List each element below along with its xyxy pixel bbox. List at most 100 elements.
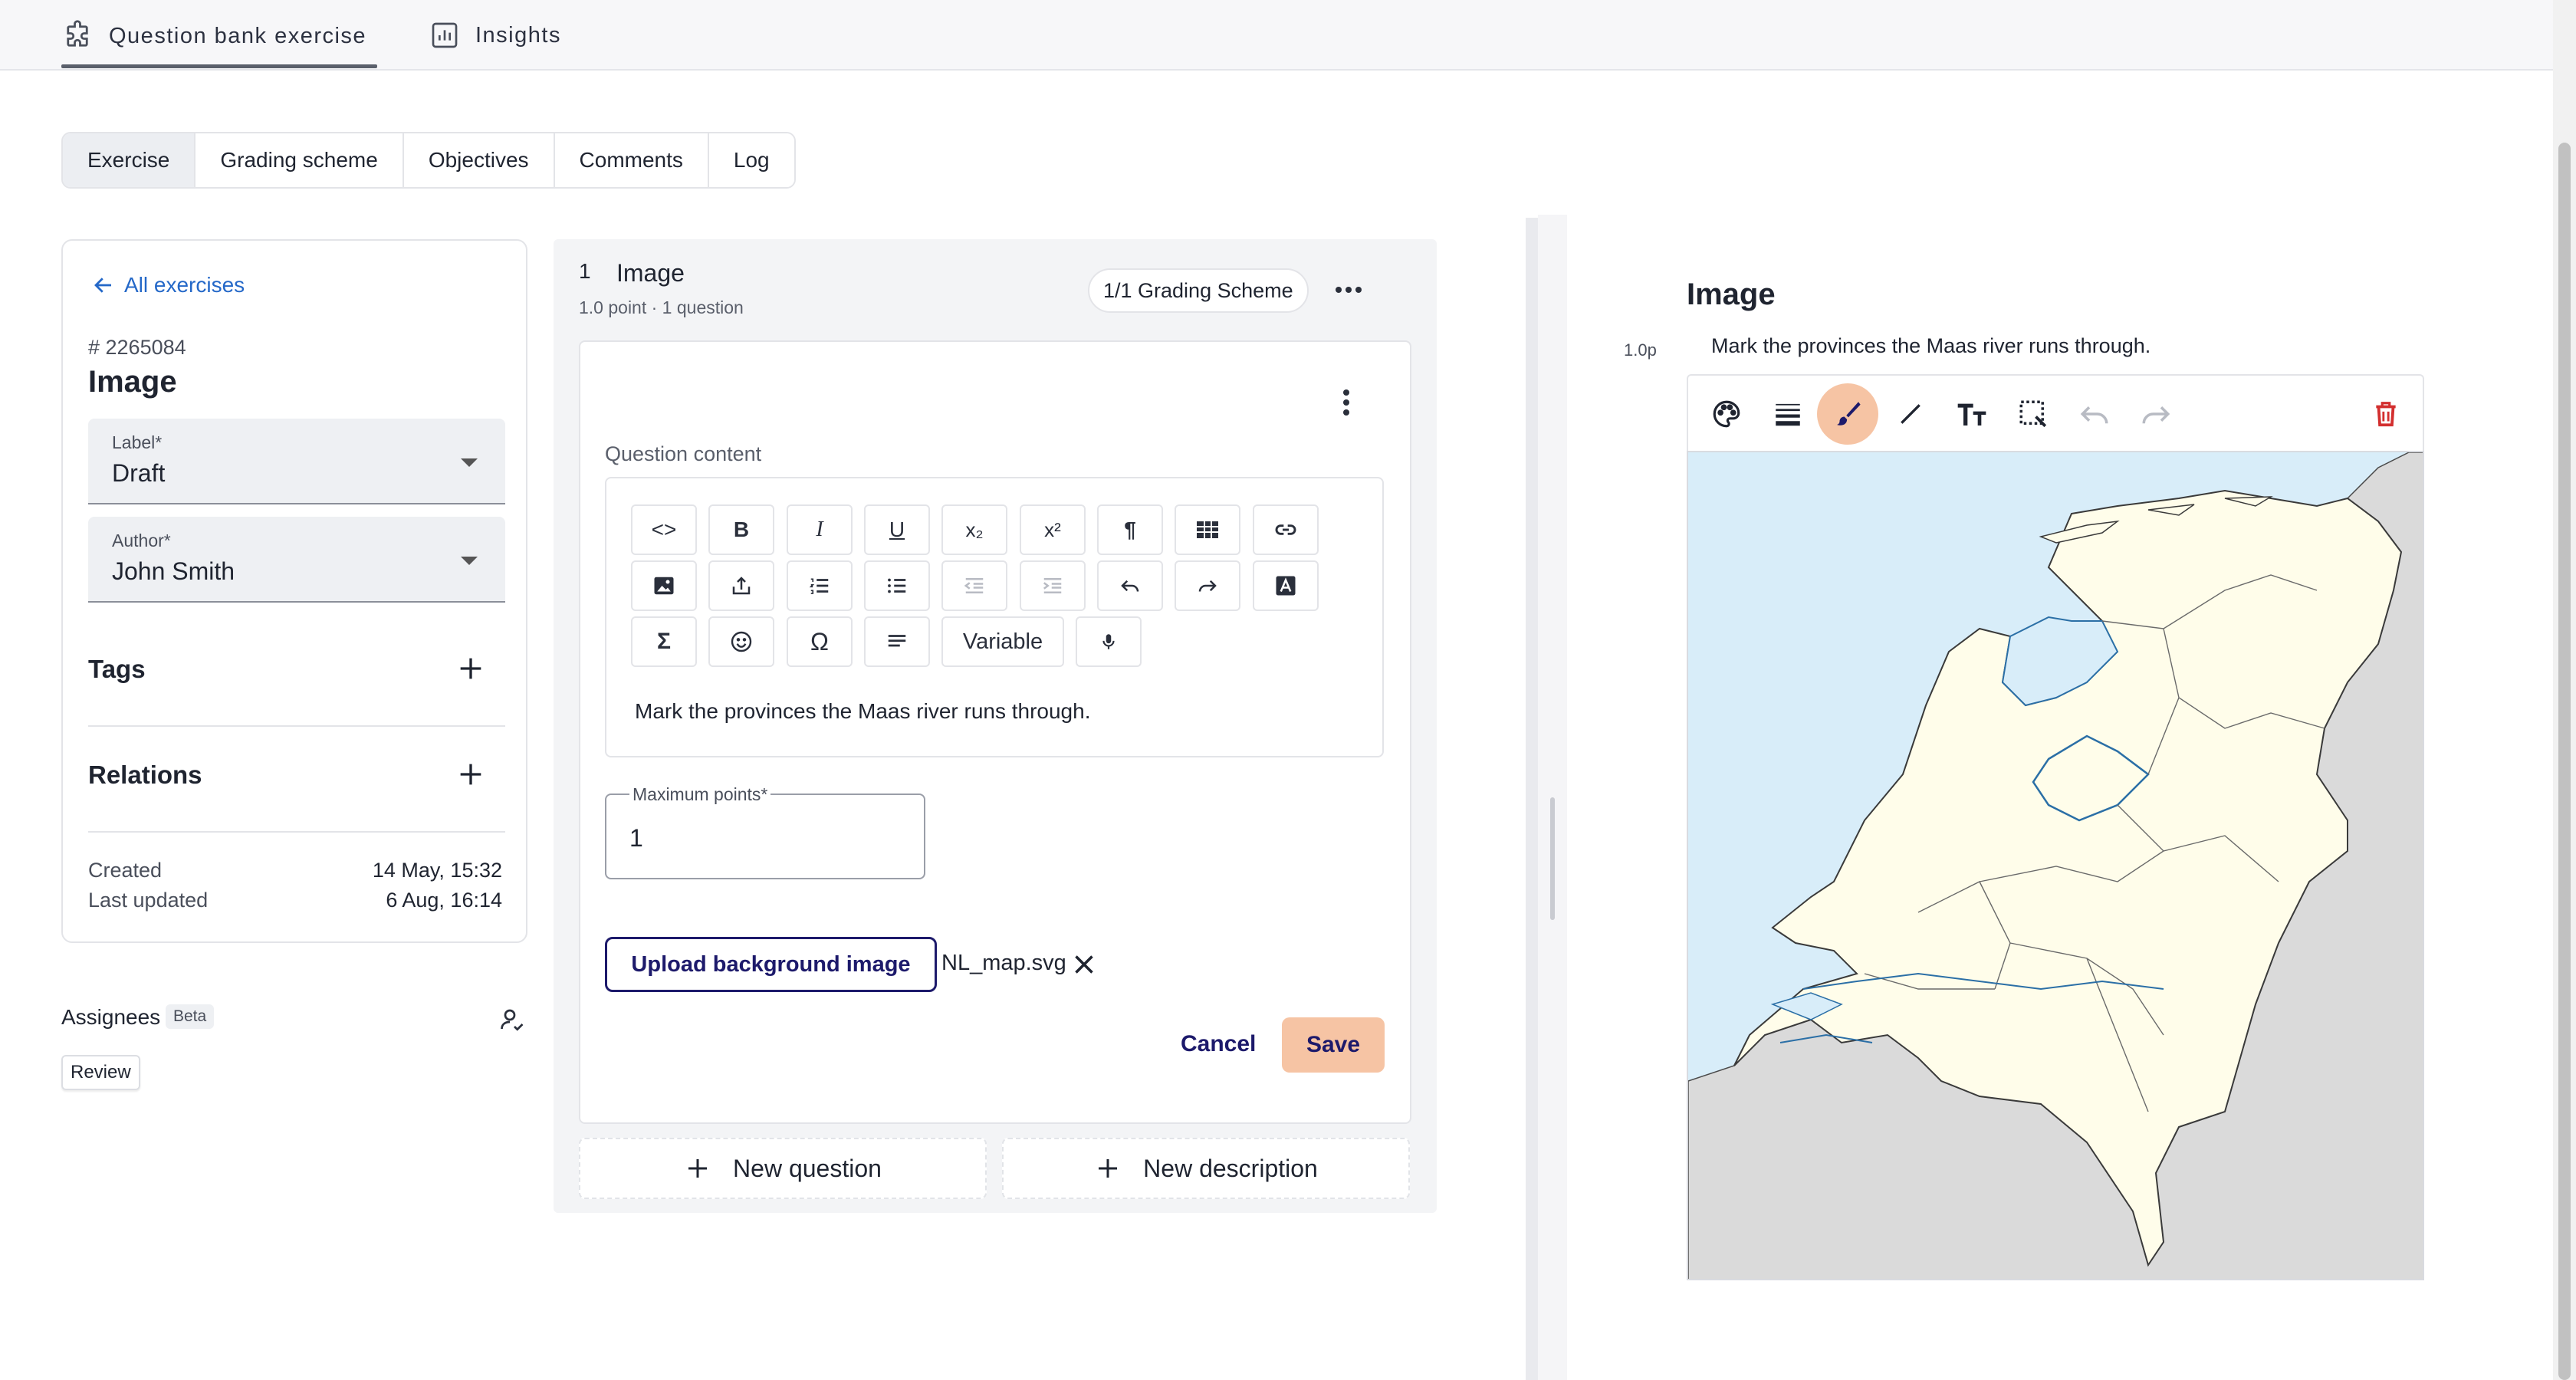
text-tool-icon[interactable] — [1955, 397, 1989, 431]
all-exercises-link[interactable]: All exercises — [92, 273, 245, 297]
question-content-text[interactable]: Mark the provinces the Maas river runs t… — [635, 699, 1090, 724]
special-char-button[interactable]: Ω — [787, 616, 853, 667]
align-button[interactable] — [864, 616, 930, 667]
delete-icon[interactable] — [2369, 397, 2403, 431]
code-button[interactable]: <> — [631, 504, 697, 555]
background-image-canvas[interactable] — [1687, 451, 2424, 1280]
drawing-toolbar — [1687, 374, 2424, 451]
tab-insights[interactable]: Insights — [429, 20, 561, 51]
plus-icon — [1094, 1155, 1122, 1182]
paragraph-button[interactable]: ¶ — [1097, 504, 1163, 555]
maximum-points-value: 1 — [629, 824, 643, 852]
sigma-icon: Σ — [656, 629, 671, 654]
exercise-title: Image — [88, 365, 177, 399]
line-tool-icon[interactable] — [1894, 397, 1927, 431]
undo-icon[interactable] — [2078, 397, 2111, 431]
review-chip[interactable]: Review — [61, 1055, 140, 1090]
undo-button[interactable] — [1097, 560, 1163, 611]
question-number: 1 — [579, 259, 591, 283]
chevron-down-icon — [461, 458, 478, 467]
code-icon: <> — [651, 518, 677, 541]
omega-icon: Ω — [810, 627, 829, 656]
indent-icon — [1041, 574, 1064, 597]
upload-background-image-button[interactable]: Upload background image — [605, 937, 937, 992]
cancel-button[interactable]: Cancel — [1181, 1031, 1256, 1057]
insert-image-button[interactable] — [631, 560, 697, 611]
beta-badge: Beta — [166, 1004, 215, 1029]
subscript-button[interactable]: x₂ — [941, 504, 1007, 555]
author-select[interactable]: Author* John Smith — [88, 517, 505, 603]
preview-title: Image — [1687, 278, 1776, 311]
record-audio-button[interactable] — [1076, 616, 1142, 667]
more-horizontal-icon[interactable] — [1332, 276, 1365, 304]
text-color-button[interactable] — [1253, 560, 1319, 611]
brush-icon[interactable] — [1831, 397, 1865, 431]
palette-icon[interactable] — [1710, 397, 1743, 431]
bullet-list-button[interactable] — [864, 560, 930, 611]
tab-exercise[interactable]: Exercise — [63, 133, 196, 187]
preview-points: 1.0p — [1624, 340, 1657, 360]
selection-icon[interactable] — [2016, 397, 2050, 431]
remove-file-icon[interactable] — [1070, 951, 1098, 978]
tab-objectives[interactable]: Objectives — [403, 133, 555, 187]
bullet-list-icon — [886, 574, 909, 597]
question-meta: 1.0 point · 1 question — [579, 297, 744, 317]
link-button[interactable] — [1253, 504, 1319, 555]
assign-user-icon[interactable] — [498, 1006, 526, 1033]
ordered-list-button[interactable] — [787, 560, 853, 611]
panel-divider[interactable] — [1526, 218, 1538, 1380]
link-icon — [1273, 518, 1298, 542]
image-icon — [652, 574, 675, 597]
updated-value: 6 Aug, 16:14 — [386, 889, 502, 912]
tab-log[interactable]: Log — [708, 133, 794, 187]
relations-heading: Relations — [88, 761, 202, 789]
new-question-button[interactable]: New question — [579, 1138, 987, 1199]
author-field-label: Author* — [112, 531, 171, 550]
italic-button[interactable]: I — [787, 504, 853, 555]
superscript-button[interactable]: x² — [1020, 504, 1086, 555]
redo-button[interactable] — [1175, 560, 1240, 611]
underline-button[interactable]: U — [864, 504, 930, 555]
label-select[interactable]: Label* Draft — [88, 419, 505, 504]
save-button[interactable]: Save — [1282, 1017, 1385, 1073]
upload-icon — [730, 574, 753, 597]
redo-icon[interactable] — [2139, 397, 2173, 431]
redo-icon — [1196, 574, 1219, 597]
outdent-button[interactable] — [941, 560, 1007, 611]
grading-scheme-chip[interactable]: 1/1 Grading Scheme — [1088, 268, 1309, 313]
underline-icon: U — [889, 518, 905, 541]
upload-button[interactable] — [708, 560, 774, 611]
arrow-left-icon — [92, 274, 115, 297]
align-left-icon — [886, 630, 909, 653]
bold-button[interactable]: B — [708, 504, 774, 555]
maximum-points-input[interactable]: Maximum points* 1 — [605, 784, 925, 879]
bar-chart-icon — [429, 20, 460, 51]
outdent-icon — [963, 574, 986, 597]
emoji-button[interactable] — [708, 616, 774, 667]
scrollbar-thumb[interactable] — [2558, 143, 2571, 1380]
paragraph-icon: ¶ — [1124, 518, 1136, 541]
rich-text-editor: <> B I U x₂ x² ¶ Σ Ω Variable Mark the p… — [605, 477, 1384, 757]
formula-button[interactable]: Σ — [631, 616, 697, 667]
tab-grading-scheme[interactable]: Grading scheme — [196, 133, 404, 187]
resize-handle[interactable] — [1550, 797, 1555, 920]
tab-label: Question bank exercise — [109, 23, 367, 48]
tab-label: Insights — [475, 22, 561, 48]
indent-button[interactable] — [1020, 560, 1086, 611]
exercise-details-card: All exercises # 2265084 Image Label* Dra… — [61, 239, 527, 943]
exercise-id: # 2265084 — [88, 336, 186, 359]
tab-comments[interactable]: Comments — [554, 133, 709, 187]
italic-icon: I — [816, 518, 823, 541]
line-weight-icon[interactable] — [1771, 397, 1805, 431]
add-tag-button[interactable] — [455, 653, 486, 684]
add-relation-button[interactable] — [455, 759, 486, 790]
variable-button[interactable]: Variable — [941, 616, 1064, 667]
tab-question-bank-exercise[interactable]: Question bank exercise — [61, 20, 366, 52]
plus-icon — [684, 1155, 711, 1182]
table-button[interactable] — [1175, 504, 1240, 555]
updated-label: Last updated — [88, 889, 209, 912]
back-link-label: All exercises — [124, 273, 245, 297]
new-description-button[interactable]: New description — [1002, 1138, 1410, 1199]
more-vertical-icon[interactable] — [1332, 386, 1360, 419]
created-label: Created — [88, 859, 163, 882]
